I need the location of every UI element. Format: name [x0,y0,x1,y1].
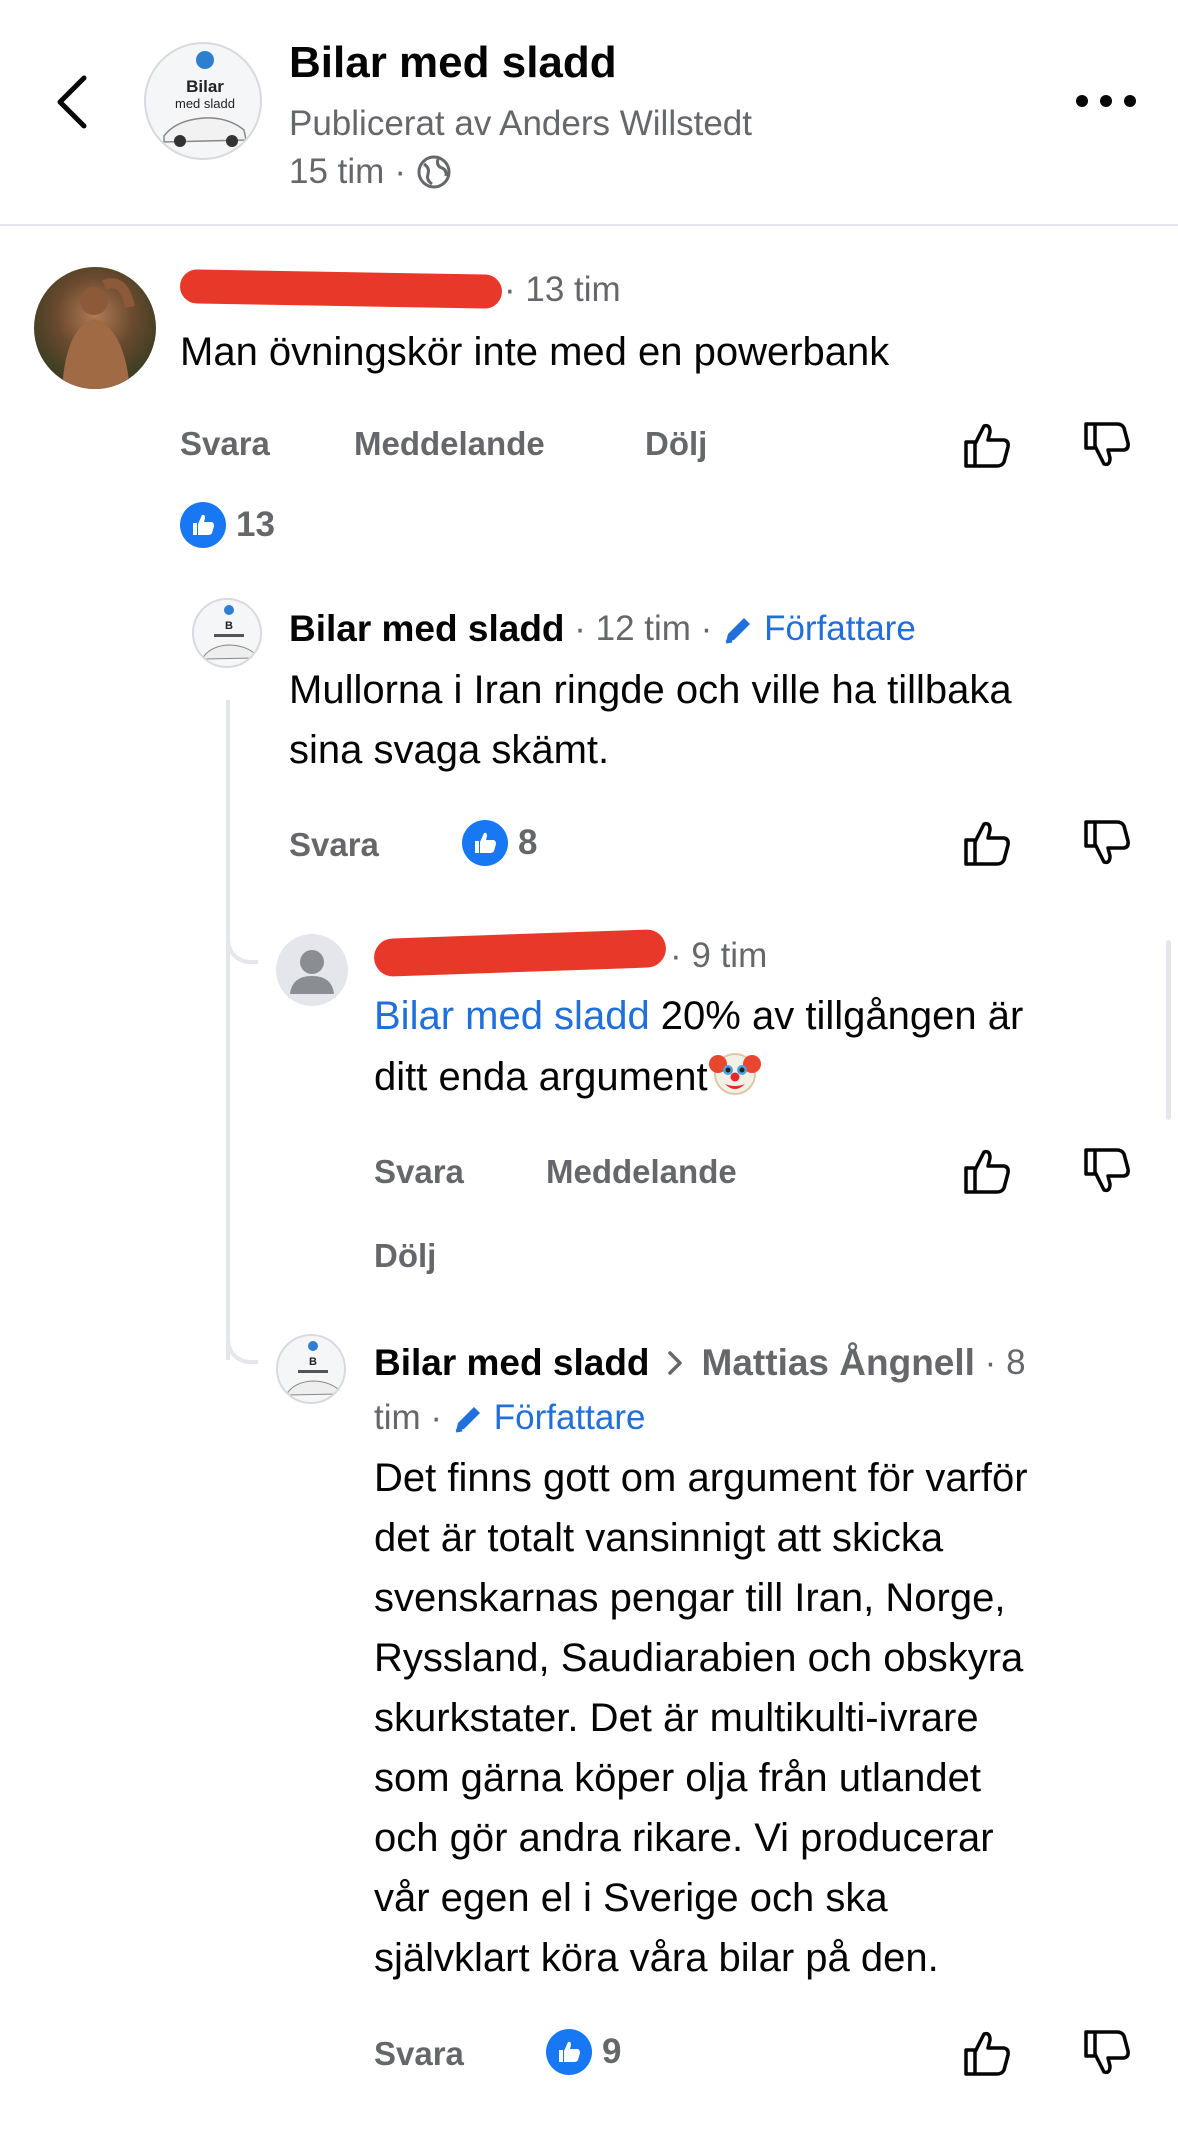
comment-text-line: och gör andra rikare. Vi producerar [374,1816,994,1860]
avatar-text-bottom: med sladd [175,96,235,111]
comment-text-line: det är totalt vansinnigt att skicka [374,1516,944,1560]
comment-meta: Bilar med sladd · 12 tim · Författare [289,608,916,650]
comment-author[interactable]: Bilar med sladd [289,608,565,650]
post-time: 15 tim [289,152,385,191]
comment-text-line: som gärna köper olja från utlandet [374,1756,982,1800]
comment-meta: tim · Författare [374,1398,646,1438]
page-title[interactable]: Bilar med sladd [289,38,617,88]
like-count: 8 [518,823,538,862]
svg-text:B: B [309,1356,317,1368]
reply-button[interactable]: Svara [374,2035,464,2073]
like-summary[interactable]: 9 [546,2029,621,2075]
comment-text-line: Mullorna i Iran ringde och ville ha till… [289,668,1012,712]
comment-text: Man övningskör inte med en powerbank [180,330,890,374]
comment-meta: · 13 tim [504,270,621,309]
comment-time: 13 tim [525,270,621,309]
comment-time: 8 [1006,1343,1026,1382]
hide-button[interactable]: Dölj [374,1237,436,1275]
reply-to-name[interactable]: Mattias Ångnell [702,1342,975,1384]
more-options-icon[interactable] [1076,86,1136,116]
reply-button[interactable]: Svara [180,425,270,463]
chevron-right-icon [667,1351,682,1375]
post-header: Bilar med sladd Bilar med sladd Publicer… [0,0,1178,226]
thumbs-up-icon[interactable] [962,818,1012,868]
comment-text-line: Bilar med sladd 20% av tillgången är [374,986,1023,1046]
page-avatar-small[interactable]: B [192,598,262,668]
page-logo-icon: Bilar med sladd [163,51,247,147]
page-avatar-small[interactable]: B [276,1334,346,1404]
back-arrow-icon[interactable] [48,72,96,132]
commenter-avatar[interactable] [34,267,156,389]
post-author-line: Publicerat av Anders Willstedt [289,104,752,143]
scrollbar[interactable] [1166,940,1171,1120]
thumbs-down-icon[interactable] [1082,818,1132,868]
author-badge-label: Författare [493,1398,646,1437]
clown-emoji-icon [708,1053,761,1095]
thumbs-down-icon[interactable] [1082,1146,1132,1196]
author-badge: Författare [722,609,916,649]
pencil-icon [455,1407,480,1433]
like-summary[interactable]: 8 [462,820,537,866]
comment-text-line: självklart köra våra bilar på den. [374,1936,939,1980]
comment-meta: Bilar med sladd Mattias Ångnell · 8 [374,1342,1026,1384]
thread-connector [226,1300,258,1364]
thread-line [226,700,230,1360]
comment-text-line: skurkstater. Det är multikulti-ivrare [374,1696,979,1740]
comment-text-line: vår egen el i Sverige och ska [374,1876,888,1920]
comment-text-line: svenskarnas pengar till Iran, Norge, [374,1576,1006,1620]
author-badge-label: Författare [764,609,916,648]
meta-separator: · [394,152,406,191]
comment-author[interactable]: Bilar med sladd [374,1342,650,1384]
redacted-name [373,928,667,978]
thumbs-up-icon[interactable] [962,1146,1012,1196]
message-button[interactable]: Meddelande [546,1153,737,1191]
author-badge: Författare [452,1398,646,1438]
comment-text-line: Ryssland, Saudiarabien och obskyra [374,1636,1024,1680]
redacted-name [179,269,503,309]
like-summary[interactable]: 13 [180,502,275,548]
like-count: 9 [602,2032,622,2071]
reply-button[interactable]: Svara [374,1153,464,1191]
message-button[interactable]: Meddelande [354,425,545,463]
commenter-avatar-default[interactable] [276,934,348,1006]
pencil-icon [725,618,751,644]
thumbs-up-icon[interactable] [962,420,1012,470]
like-count: 13 [236,505,275,544]
page-avatar[interactable]: Bilar med sladd [144,42,262,160]
post-meta: 15 tim · [289,152,452,192]
thumbs-up-icon[interactable] [962,2028,1012,2078]
mention-link[interactable]: Bilar med sladd [374,994,650,1038]
comment-time: tim [374,1398,421,1437]
comment-time: 12 tim [595,609,691,648]
comment-meta: · 9 tim [670,936,768,975]
svg-text:B: B [225,620,233,632]
like-badge-icon [546,2029,592,2075]
globe-icon [417,155,451,189]
like-badge-icon [462,820,508,866]
reply-button[interactable]: Svara [289,826,379,864]
comment-text-line: sina svaga skämt. [289,728,610,772]
thread-connector [226,900,258,964]
avatar-text-top: Bilar [186,77,224,96]
comment-text: 20% av tillgången är [649,994,1024,1038]
comment-text: ditt enda argument [374,1055,708,1099]
comment-text-line: Det finns gott om argument för varför [374,1456,1028,1500]
hide-button[interactable]: Dölj [645,425,707,463]
thumbs-down-icon[interactable] [1082,2028,1132,2078]
thumbs-down-icon[interactable] [1082,420,1132,470]
comment-time: 9 tim [691,936,768,975]
like-badge-icon [180,502,226,548]
comment-text-line: ditt enda argument [374,1046,762,1107]
